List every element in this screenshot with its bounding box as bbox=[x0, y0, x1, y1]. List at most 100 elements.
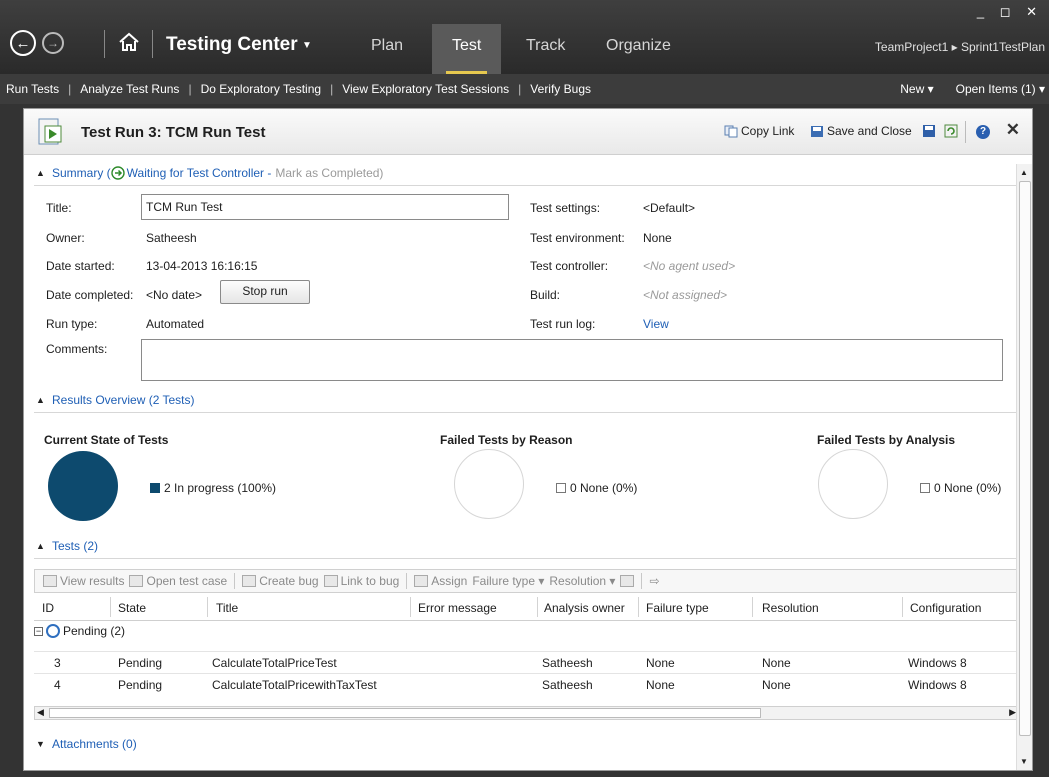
open-test-case-icon bbox=[129, 575, 144, 587]
cell-failure-type: None bbox=[646, 678, 675, 692]
column-header-configuration[interactable]: Configuration bbox=[910, 601, 981, 615]
mark-completed-link[interactable]: Mark as Completed) bbox=[275, 166, 383, 180]
build-label: Build: bbox=[530, 288, 561, 302]
tab-test[interactable]: Test bbox=[432, 24, 502, 74]
save-and-close-button[interactable]: Save and Close bbox=[810, 124, 912, 138]
copy-link-button[interactable]: Copy Link bbox=[724, 124, 794, 138]
legend-label: 2 In progress (100%) bbox=[164, 481, 277, 495]
test-controller-value[interactable]: <No agent used> bbox=[643, 259, 735, 273]
open-items-button[interactable]: Open Items (1) ▾ bbox=[956, 82, 1045, 96]
attachments-section-header[interactable]: ▼ Attachments (0) bbox=[36, 737, 137, 751]
tests-section-header[interactable]: ▲ Tests (2) bbox=[36, 539, 98, 553]
refresh-icon[interactable] bbox=[944, 124, 958, 138]
menu-exploratory-testing[interactable]: Do Exploratory Testing bbox=[201, 82, 322, 96]
column-separator[interactable] bbox=[207, 597, 208, 617]
vertical-scrollbar[interactable]: ▲ ▼ bbox=[1016, 164, 1032, 770]
help-icon[interactable]: ? bbox=[976, 125, 990, 139]
results-overview-label[interactable]: Results Overview (2 Tests) bbox=[52, 393, 194, 407]
forward-action-icon[interactable]: ⇨ bbox=[649, 574, 659, 588]
link-to-bug-button[interactable]: Link to bug bbox=[323, 574, 399, 588]
menu-verify-bugs[interactable]: Verify Bugs bbox=[530, 82, 591, 96]
column-separator[interactable] bbox=[638, 597, 639, 617]
open-test-case-label: Open test case bbox=[146, 574, 228, 588]
expand-icon[interactable]: ▼ bbox=[36, 739, 46, 749]
build-value[interactable]: <Not assigned> bbox=[643, 288, 727, 302]
app-title[interactable]: Testing Center bbox=[166, 34, 298, 56]
column-header-title[interactable]: Title bbox=[216, 601, 238, 615]
attachments-label[interactable]: Attachments (0) bbox=[52, 737, 137, 751]
column-header-failure-type[interactable]: Failure type bbox=[646, 601, 709, 615]
comments-field[interactable] bbox=[141, 339, 1003, 381]
collapse-group-icon[interactable]: − bbox=[34, 626, 43, 636]
horizontal-scrollbar[interactable]: ◀ ▶ bbox=[34, 706, 1020, 720]
menu-analyze-test-runs[interactable]: Analyze Test Runs bbox=[80, 82, 179, 96]
tab-track[interactable]: Track bbox=[526, 37, 565, 55]
forward-icon[interactable]: → bbox=[42, 32, 64, 54]
test-run-log-label: Test run log: bbox=[530, 317, 596, 331]
comment-icon[interactable] bbox=[620, 575, 635, 587]
collapse-icon[interactable]: ▲ bbox=[36, 395, 46, 405]
column-separator[interactable] bbox=[110, 597, 111, 617]
home-icon[interactable] bbox=[118, 31, 140, 53]
test-settings-value[interactable]: <Default> bbox=[643, 201, 695, 215]
tab-plan[interactable]: Plan bbox=[371, 37, 403, 55]
scroll-thumb[interactable] bbox=[49, 708, 761, 718]
scroll-down-icon[interactable]: ▼ bbox=[1020, 757, 1028, 766]
scroll-left-icon[interactable]: ◀ bbox=[37, 707, 44, 718]
menu-run-tests[interactable]: Run Tests bbox=[6, 82, 59, 96]
resolution-dropdown[interactable]: Resolution ▾ bbox=[549, 574, 615, 588]
tab-organize[interactable]: Organize bbox=[606, 37, 671, 55]
failure-type-dropdown[interactable]: Failure type ▾ bbox=[472, 574, 544, 588]
cell-resolution: None bbox=[762, 678, 791, 692]
open-test-case-button[interactable]: Open test case bbox=[129, 574, 227, 588]
scroll-thumb[interactable] bbox=[1019, 181, 1031, 736]
test-run-panel: Test Run 3: TCM Run Test Copy Link Save … bbox=[23, 108, 1033, 771]
create-bug-icon bbox=[242, 575, 257, 587]
project-breadcrumb[interactable]: TeamProject1 ▸ Sprint1TestPlan bbox=[875, 40, 1045, 54]
scroll-right-icon[interactable]: ▶ bbox=[1009, 707, 1016, 718]
stop-run-button[interactable]: Stop run bbox=[220, 280, 310, 304]
summary-section-header[interactable]: ▲ Summary ( Waiting for Test Controller … bbox=[36, 166, 383, 180]
column-header-id[interactable]: ID bbox=[42, 601, 54, 615]
pie-chart-current-state bbox=[48, 451, 118, 521]
column-separator[interactable] bbox=[902, 597, 903, 617]
close-icon[interactable]: ✕ bbox=[1006, 120, 1020, 140]
summary-label[interactable]: Summary ( bbox=[52, 166, 111, 180]
create-bug-button[interactable]: Create bug bbox=[242, 574, 319, 588]
chart-title: Failed Tests by Analysis bbox=[817, 433, 956, 447]
cell-analysis-owner: Satheesh bbox=[542, 656, 593, 670]
owner-value[interactable]: Satheesh bbox=[146, 231, 197, 245]
status-link[interactable]: Waiting for Test Controller - bbox=[127, 166, 272, 180]
table-row[interactable]: 3 Pending CalculateTotalPriceTest Sathee… bbox=[34, 651, 1020, 673]
assign-button[interactable]: Assign bbox=[414, 574, 467, 588]
comments-label: Comments: bbox=[46, 342, 108, 356]
column-separator[interactable] bbox=[410, 597, 411, 617]
save-icon[interactable] bbox=[922, 124, 936, 138]
new-menu-button[interactable]: New ▾ bbox=[900, 82, 933, 96]
collapse-icon[interactable]: ▲ bbox=[36, 168, 46, 178]
divider bbox=[234, 573, 236, 589]
table-row[interactable]: 4 Pending CalculateTotalPricewithTaxTest… bbox=[34, 673, 1020, 695]
collapse-icon[interactable]: ▲ bbox=[36, 541, 46, 551]
cell-state: Pending bbox=[118, 656, 163, 670]
clock-icon bbox=[46, 624, 60, 638]
test-run-log-link[interactable]: View bbox=[643, 317, 669, 331]
column-header-error-message[interactable]: Error message bbox=[418, 601, 497, 615]
results-overview-header[interactable]: ▲ Results Overview (2 Tests) bbox=[36, 393, 194, 407]
column-separator[interactable] bbox=[537, 597, 538, 617]
menu-exploratory-sessions[interactable]: View Exploratory Test Sessions bbox=[342, 82, 509, 96]
window-controls[interactable]: _ ◻ ✕ bbox=[977, 4, 1043, 20]
column-header-analysis-owner[interactable]: Analysis owner bbox=[544, 601, 625, 615]
chevron-down-icon[interactable]: ▼ bbox=[302, 40, 312, 51]
test-environment-value[interactable]: None bbox=[643, 231, 672, 245]
tests-label[interactable]: Tests (2) bbox=[52, 539, 98, 553]
column-separator[interactable] bbox=[752, 597, 753, 617]
column-header-state[interactable]: State bbox=[118, 601, 146, 615]
group-row-pending[interactable]: − Pending (2) bbox=[34, 624, 125, 638]
scroll-up-icon[interactable]: ▲ bbox=[1020, 168, 1028, 177]
test-settings-label: Test settings: bbox=[530, 201, 601, 215]
title-input[interactable]: TCM Run Test bbox=[141, 194, 509, 220]
view-results-button[interactable]: View results bbox=[43, 574, 124, 588]
column-header-resolution[interactable]: Resolution bbox=[762, 601, 819, 615]
back-icon[interactable]: ← bbox=[10, 30, 36, 56]
